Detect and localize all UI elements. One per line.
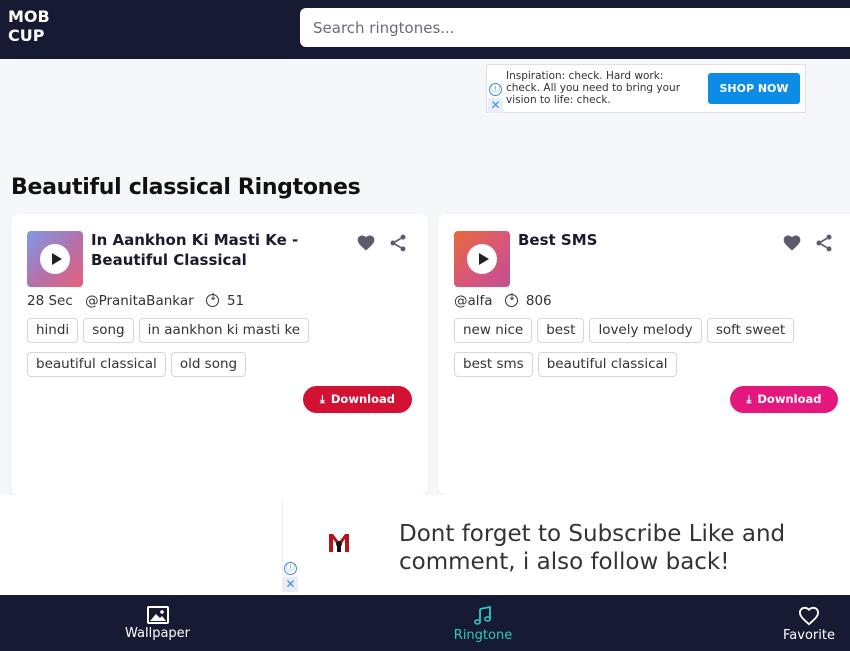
ringtone-thumbnail <box>27 231 83 287</box>
logo-line-2: CUP <box>8 26 45 45</box>
play-icon[interactable] <box>40 244 70 274</box>
download-count-icon <box>205 292 219 307</box>
tag[interactable]: hindi <box>27 318 79 343</box>
ringtone-meta: @alfa 806 <box>454 292 560 309</box>
download-count-icon <box>504 292 518 307</box>
download-icon: ⤓ <box>320 393 325 406</box>
nav-item-ringtone[interactable]: Ringtone <box>445 595 521 651</box>
download-button[interactable]: ⤓ Download <box>303 386 412 413</box>
heart-icon <box>798 606 820 626</box>
heart-icon[interactable] <box>782 233 802 253</box>
nav-item-favorite[interactable]: Favorite <box>770 595 848 651</box>
ad-info-icon[interactable]: ⓘ <box>284 562 297 575</box>
tag[interactable]: beautiful classical <box>537 352 677 377</box>
play-icon[interactable] <box>467 244 497 274</box>
nav-label-wallpaper: Wallpaper <box>124 626 191 641</box>
bottom-nav: Wallpaper Ringtone Favorite <box>0 595 850 651</box>
duration: 28 Sec <box>27 293 73 309</box>
tag[interactable]: in aankhon ki masti ke <box>138 318 310 343</box>
tag[interactable]: old song <box>170 352 247 377</box>
logo-line-1: MOB <box>8 7 50 26</box>
tag[interactable]: beautiful classical <box>27 352 166 377</box>
download-count: 51 <box>226 293 245 309</box>
ad-banner-top[interactable]: ⓘ ✕ Inspiration: check. Hard work: check… <box>486 64 806 113</box>
ad-banner-bottom: Dont forget to Subscribe Like and commen… <box>0 495 850 595</box>
tag-list: new nice best lovely melody soft sweet best … <box>454 318 849 386</box>
tag[interactable]: best <box>537 318 585 343</box>
search-input[interactable] <box>300 8 850 47</box>
uploader-link[interactable]: @alfa <box>454 293 493 309</box>
nav-item-wallpaper[interactable]: Wallpaper <box>115 595 200 651</box>
ad-info-icon[interactable]: ⓘ <box>489 83 502 96</box>
ringtone-title[interactable]: Best SMS <box>518 230 748 250</box>
image-icon <box>146 606 169 624</box>
share-icon[interactable] <box>388 233 408 253</box>
download-label: Download <box>330 392 395 406</box>
page-title: Beautiful classical Ringtones <box>11 175 361 200</box>
share-icon[interactable] <box>814 233 834 253</box>
download-icon: ⤓ <box>746 393 752 406</box>
ad-text: Inspiration: check. Hard work: check. Al… <box>506 70 681 106</box>
music-note-icon <box>473 606 492 625</box>
tag[interactable]: lovely melody <box>589 318 702 343</box>
tag[interactable]: best sms <box>454 352 533 377</box>
tag[interactable]: song <box>83 318 134 343</box>
ad-close-icon[interactable]: ✕ <box>488 98 503 113</box>
ad-text: Dont forget to Subscribe Like and commen… <box>399 521 786 575</box>
ringtone-title[interactable]: In Aankhon Ki Masti Ke - Beautiful Class… <box>91 230 321 270</box>
tag[interactable]: new nice <box>454 318 533 343</box>
shop-now-button[interactable]: SHOP NOW <box>708 73 800 104</box>
tag-list: hindi song in aankhon ki masti ke beautiful… <box>27 318 422 386</box>
ringtone-thumbnail <box>454 231 510 287</box>
uploader-link[interactable]: @PranitaBankar <box>85 293 194 309</box>
ad-logo-icon <box>329 534 349 552</box>
download-count: 806 <box>525 293 552 309</box>
header: MOB CUP <box>0 0 850 59</box>
heart-icon[interactable] <box>356 233 376 253</box>
ringtone-card: In Aankhon Ki Masti Ke - Beautiful Class… <box>11 214 428 495</box>
download-button[interactable]: ⤓ Download <box>730 386 838 413</box>
mobcup-logo[interactable]: MOB CUP <box>8 7 50 50</box>
ringtone-meta: 28 Sec @PranitaBankar 51 <box>27 292 252 309</box>
nav-label-favorite: Favorite <box>783 628 835 643</box>
ad-close-icon[interactable]: ✕ <box>283 577 298 592</box>
tag[interactable]: soft sweet <box>706 318 795 343</box>
download-label: Download <box>757 392 822 406</box>
nav-label-ringtone: Ringtone <box>453 628 513 643</box>
ringtone-card: Best SMS @alfa 806 new nicebestlovely me… <box>438 214 850 495</box>
ad-content[interactable]: Dont forget to Subscribe Like and commen… <box>282 500 850 592</box>
